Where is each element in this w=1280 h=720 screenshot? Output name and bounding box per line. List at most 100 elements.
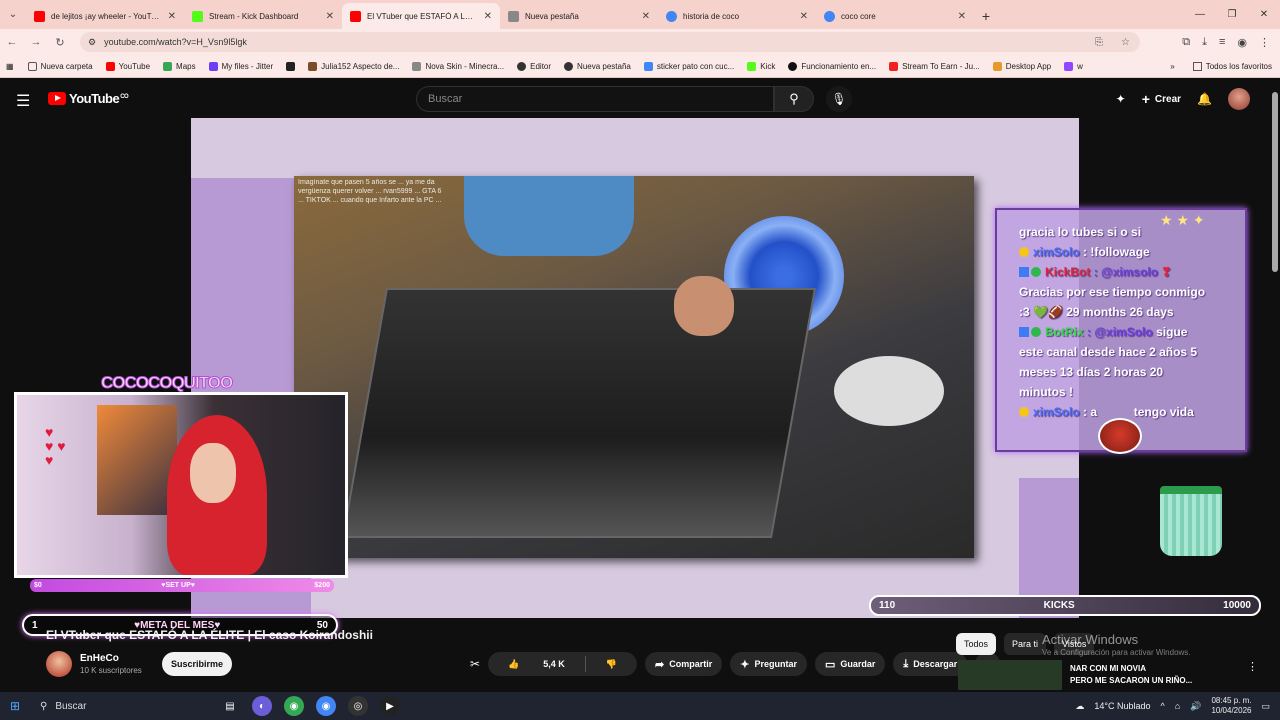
- bookmark-item[interactable]: Stream To Earn - Ju...: [889, 61, 980, 71]
- extensions-icon[interactable]: ⧉: [1182, 36, 1190, 49]
- close-tab-icon[interactable]: ✕: [958, 11, 966, 22]
- download-icon[interactable]: ⤓: [1202, 36, 1207, 49]
- browser-tab[interactable]: Nueva pestaña ✕: [500, 3, 658, 29]
- bookmark-item[interactable]: YouTube: [105, 61, 150, 71]
- ask-button[interactable]: ✦ Preguntar: [730, 652, 807, 676]
- dislike-button[interactable]: 👎: [586, 659, 637, 670]
- streamer-face: [190, 443, 236, 503]
- browser-tab-active[interactable]: El VTuber que ESTAFÓ A LA ÉLI ✕: [342, 3, 500, 29]
- chrome-profile-icon[interactable]: ◉: [316, 696, 336, 716]
- install-app-icon[interactable]: ⎘: [1095, 37, 1113, 48]
- bookmark-item[interactable]: My files - Jitter: [208, 61, 273, 71]
- close-tab-icon[interactable]: ✕: [326, 11, 334, 22]
- clock[interactable]: 08:45 p. m. 10/04/2026: [1211, 696, 1251, 716]
- reload-icon[interactable]: ↻: [48, 29, 72, 55]
- youtube-logo[interactable]: YouTubeCO: [48, 91, 129, 106]
- bookmark-item[interactable]: Maps: [163, 61, 196, 71]
- voice-search-button[interactable]: 🎙: [826, 86, 852, 112]
- bot-badge-icon: [1019, 267, 1029, 277]
- windows-start-icon[interactable]: ⊞: [0, 692, 30, 720]
- forward-icon[interactable]: →: [24, 29, 48, 55]
- network-icon[interactable]: ⌂: [1175, 701, 1180, 711]
- omnibox[interactable]: ⚙ youtube.com/watch?v=H_Vsn9l5lgk ⎘ ☆: [80, 32, 1140, 52]
- browser-tab-bar: ⌄ de lejitos ¡ay wheeler - YouTube ✕ Str…: [0, 0, 1280, 29]
- download-button[interactable]: ⤓ Descargar: [893, 652, 968, 676]
- more-bookmarks-icon[interactable]: »: [1170, 62, 1174, 71]
- like-button[interactable]: 👍 5,4 K: [488, 659, 585, 670]
- apps-grid-icon[interactable]: ▦: [6, 62, 14, 71]
- subscribe-button[interactable]: Suscribirme: [162, 652, 232, 676]
- create-button[interactable]: + Crear: [1142, 91, 1181, 107]
- minimize-icon[interactable]: —: [1184, 0, 1216, 29]
- cast-icon[interactable]: ✦: [1116, 92, 1126, 106]
- new-tab-button[interactable]: +: [974, 3, 998, 29]
- browser-tab[interactable]: historia de coco ✕: [658, 3, 816, 29]
- chip-all[interactable]: Todos: [956, 633, 997, 655]
- recommended-title[interactable]: NAR CON MI NOVIA PERO ME SACARON UN RIÑO…: [1070, 660, 1192, 690]
- bookmark-item[interactable]: Nova Skin - Minecra...: [412, 61, 504, 71]
- bookmark-item[interactable]: [286, 61, 296, 71]
- account-avatar[interactable]: [1228, 88, 1250, 110]
- task-view-icon[interactable]: ▤: [220, 696, 240, 716]
- save-label: Guardar: [840, 659, 876, 669]
- close-tab-icon[interactable]: ✕: [800, 11, 808, 22]
- kicks-current: 110: [879, 600, 896, 611]
- verified-badge-icon: [1031, 267, 1041, 277]
- browser-tab[interactable]: Stream - Kick Dashboard ✕: [184, 3, 342, 29]
- bookmark-item[interactable]: Nueva pestaña: [564, 61, 631, 71]
- obs-icon[interactable]: ◎: [348, 696, 368, 716]
- browser-tab[interactable]: de lejitos ¡ay wheeler - YouTube ✕: [26, 3, 184, 29]
- bookmark-item[interactable]: Kick: [747, 61, 775, 71]
- bookmark-item[interactable]: Funcionamiento en...: [788, 61, 876, 71]
- chrome-icon[interactable]: ◉: [284, 696, 304, 716]
- app-icon[interactable]: ◐: [252, 696, 272, 716]
- tray-arrow-icon[interactable]: ^: [1161, 701, 1165, 711]
- bookmark-item[interactable]: sticker pato con cuc...: [643, 61, 735, 71]
- chat-text: :3 💚🏈 29 months 26 days: [1019, 305, 1174, 319]
- close-tab-icon[interactable]: ✕: [484, 11, 492, 22]
- share-button[interactable]: ➦ Compartir: [645, 652, 723, 676]
- recommended-thumbnail[interactable]: [958, 660, 1062, 690]
- notifications-bell-icon[interactable]: 🔔: [1197, 92, 1212, 106]
- tab-search-button[interactable]: ⌄: [0, 0, 26, 29]
- media-player-icon[interactable]: ▶: [380, 696, 400, 716]
- back-icon[interactable]: ←: [0, 29, 24, 55]
- hamburger-menu-icon[interactable]: ☰: [16, 91, 30, 111]
- scrollbar-thumb[interactable]: [1272, 92, 1278, 272]
- like-count: 5,4 K: [543, 659, 565, 669]
- bookmark-item[interactable]: w: [1064, 61, 1083, 71]
- channel-avatar[interactable]: [46, 651, 72, 677]
- browser-tab[interactable]: coco core ✕: [816, 3, 974, 29]
- close-window-icon[interactable]: ✕: [1248, 0, 1280, 29]
- folder-icon: [27, 61, 37, 71]
- search-button[interactable]: ⚲: [774, 86, 814, 112]
- restore-icon[interactable]: ❐: [1216, 0, 1248, 29]
- all-bookmarks[interactable]: » Todos los favoritos: [1170, 55, 1272, 78]
- bookmark-star-icon[interactable]: ☆: [1121, 37, 1140, 48]
- close-tab-icon[interactable]: ✕: [168, 11, 176, 22]
- more-vert-icon[interactable]: ⋮: [1247, 660, 1258, 690]
- clip-icon[interactable]: ✂: [470, 657, 480, 671]
- taskbar-search[interactable]: ⚲ Buscar: [30, 695, 170, 717]
- site-info-icon[interactable]: ⚙: [88, 37, 96, 48]
- chip-for-you[interactable]: Para ti: [1004, 633, 1047, 655]
- notifications-icon[interactable]: ▭: [1261, 701, 1270, 712]
- channel-name[interactable]: EnHeCo: [80, 653, 142, 664]
- browser-menu-icon[interactable]: ⋮: [1259, 36, 1270, 49]
- recommended-video[interactable]: NAR CON MI NOVIA PERO ME SACARON UN RIÑO…: [958, 660, 1258, 690]
- volume-icon[interactable]: 🔊: [1190, 701, 1201, 712]
- weather-text[interactable]: 14°C Nublado: [1094, 701, 1150, 711]
- bookmark-label: Nueva pestaña: [577, 61, 631, 71]
- close-tab-icon[interactable]: ✕: [642, 11, 650, 22]
- bookmark-label: sticker pato con cuc...: [656, 61, 735, 71]
- bookmark-item[interactable]: Editor: [517, 61, 551, 71]
- media-icon[interactable]: ≡: [1219, 36, 1225, 48]
- page-scrollbar[interactable]: [1270, 80, 1280, 690]
- search-input[interactable]: Buscar: [416, 86, 774, 112]
- bookmark-item[interactable]: Desktop App: [992, 61, 1051, 71]
- bookmark-item[interactable]: Nueva carpeta: [27, 61, 93, 71]
- save-button[interactable]: ▭ Guardar: [814, 652, 886, 676]
- profile-icon[interactable]: ◉: [1237, 36, 1247, 49]
- weather-icon[interactable]: ☁: [1075, 701, 1084, 712]
- bookmark-item[interactable]: Julia152 Aspecto de...: [308, 61, 399, 71]
